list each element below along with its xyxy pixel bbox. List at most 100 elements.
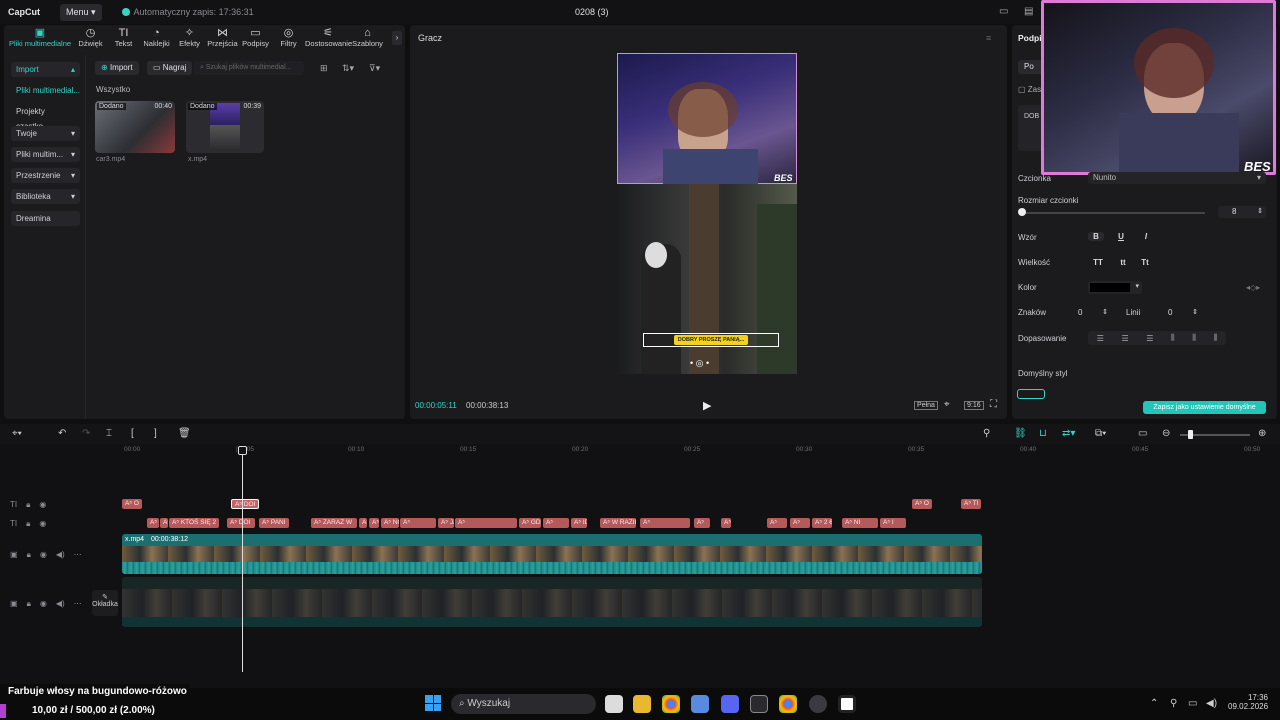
full-quality-button[interactable]: Pełna [914, 401, 938, 410]
text-clip[interactable]: A⁵ [640, 518, 690, 528]
text-clip[interactable]: A⁵ JADĘ NA SPOT [438, 518, 454, 528]
font-size-slider[interactable] [1020, 212, 1205, 214]
filter-icon[interactable]: ⊽▾ [369, 63, 380, 74]
sidebar-item-media2[interactable]: Pliki multim... ▾ [11, 147, 80, 162]
cover-button[interactable]: ✎ Okładka [92, 590, 118, 616]
zoom-handle[interactable] [1188, 430, 1193, 439]
underline-button[interactable]: U [1113, 232, 1129, 241]
line-spacing-input[interactable]: 0 ⇕ [1160, 306, 1202, 319]
rotate-handle-icon[interactable]: • ◎ • [690, 358, 709, 369]
snap-icon[interactable]: ⇄▾ [1062, 428, 1075, 439]
eye-icon[interactable]: ◉ [40, 599, 47, 609]
align-right-icon[interactable]: ☰ [1146, 334, 1153, 343]
tab-adjust[interactable]: ⚟ Dostosowanie [305, 27, 352, 53]
magnet-icon[interactable]: ⊔ [1039, 428, 1047, 439]
fullscreen-icon[interactable]: ⛶ [990, 399, 997, 410]
uppercase-button[interactable]: TT [1090, 258, 1106, 267]
lock-icon[interactable]: 🔒︎ [26, 519, 30, 529]
align-buttons[interactable]: ☰ ☰ ☰ ⫼ ⫼ ⫼ [1088, 331, 1226, 345]
record-button[interactable]: ▭ Nagraj [147, 61, 193, 75]
valign-middle-icon[interactable]: ⫼ [1192, 333, 1196, 343]
video-clip-x[interactable]: x.mp4 00:00:38:12 [122, 534, 982, 574]
valign-bottom-icon[interactable]: ⫼ [1213, 333, 1217, 343]
text-clip[interactable]: A⁵ DOI [227, 518, 255, 528]
sidebar-item-dreamina[interactable]: Dreamina [11, 211, 80, 226]
lowercase-button[interactable]: tt [1115, 258, 1131, 267]
eye-icon[interactable]: ◉ [39, 519, 46, 529]
text-clip[interactable]: A⁵ [543, 518, 569, 528]
text-clip[interactable]: A⁵ ZARAZ W [311, 518, 357, 528]
lock-icon[interactable]: 🔒︎ [27, 599, 31, 609]
caption-selection-box[interactable]: DOBRY PROSZĘ PANIĄ... [643, 333, 779, 347]
link-icon[interactable]: ⛓ [1014, 428, 1027, 439]
calculator-icon[interactable] [691, 695, 709, 713]
redo-icon[interactable]: ↷ [82, 428, 90, 439]
text-clip[interactable]: A⁵ [694, 518, 710, 528]
sidebar-item-media[interactable]: Pliki multimedial... [11, 83, 80, 98]
video-preview[interactable]: BES [617, 53, 797, 374]
style-preset-selected[interactable] [1017, 389, 1045, 399]
text-clip[interactable]: A⁵ PANI [259, 518, 289, 528]
tab-templates[interactable]: ⌂ Szablony [351, 27, 384, 53]
clock[interactable]: 17:36 09.02.2026 [1228, 693, 1268, 711]
font-select[interactable]: Nunito ▾ [1088, 172, 1266, 184]
chrome-profile-icon[interactable] [779, 695, 797, 713]
task-view-icon[interactable] [605, 695, 623, 713]
media-clip-x[interactable]: Dodano 00:39 [186, 101, 264, 153]
text-clip[interactable]: A⁵ DOI [231, 499, 259, 509]
taskbar-search[interactable]: ⌕ Wyszukaj [451, 694, 596, 714]
titlecase-button[interactable]: Tt [1137, 258, 1153, 267]
tab-media[interactable]: ▣ Pliki multimedialne [6, 27, 74, 53]
media-search-input[interactable]: ⌕ Szukaj plików multimedial... [194, 61, 304, 75]
save-default-button[interactable]: Zapisz jako ustawienie domyślne [1143, 401, 1266, 414]
play-icon[interactable]: ▶ [703, 399, 711, 412]
auto-captions-icon[interactable]: ⧉▾ [1095, 428, 1106, 439]
tab-filters[interactable]: ◎ Filtry [272, 27, 305, 53]
text-clip[interactable]: A⁵ [790, 518, 810, 528]
layout-icon[interactable]: ▭ [999, 6, 1008, 17]
valign-top-icon[interactable]: ⫼ [1171, 333, 1175, 343]
media-clip-car3[interactable]: Dodano 00:40 [95, 101, 175, 153]
main-video-clip[interactable] [122, 577, 982, 627]
player-menu-icon[interactable]: ≡ [986, 33, 991, 43]
screenshot-icon[interactable]: ⌖ [944, 399, 950, 410]
font-size-input[interactable]: 8 ⇕ [1218, 206, 1266, 218]
sidebar-item-yours[interactable]: Twoje ▾ [11, 126, 80, 141]
chevron-right-icon[interactable]: › [392, 31, 402, 45]
volume-icon[interactable]: ◀) [56, 599, 65, 609]
mic-tray-icon[interactable]: ⚲ [1170, 698, 1177, 709]
mic-icon[interactable]: ⚲ [983, 428, 990, 439]
sort-icon[interactable]: ⇅▾ [342, 63, 354, 74]
text-clip[interactable]: A⁵ B [369, 518, 379, 528]
windows-start-icon[interactable] [425, 695, 441, 711]
text-clip[interactable]: A⁵ O [912, 499, 932, 509]
volume-icon[interactable]: ◀) [56, 550, 65, 560]
text-clip[interactable]: A⁵ W RAZIE C [600, 518, 636, 528]
delete-icon[interactable]: 🗑 [178, 428, 191, 439]
text-clip[interactable]: A⁵ [160, 518, 168, 528]
char-spacing-input[interactable]: 0 ⇕ [1070, 306, 1112, 319]
ratio-button[interactable]: 9:16 [964, 401, 984, 410]
tab-transitions[interactable]: ⋈ Przejścia [206, 27, 239, 53]
sidebar-item-spaces[interactable]: Przestrzenie ▾ [11, 168, 80, 183]
tab-effects[interactable]: ✧ Efekty [173, 27, 206, 53]
playhead[interactable] [242, 448, 243, 672]
tab-captions[interactable]: ▭ Podpisy [239, 27, 272, 53]
bold-button[interactable]: B [1088, 232, 1104, 241]
obs-icon[interactable] [809, 695, 827, 713]
text-clip[interactable]: A⁵ [359, 518, 367, 528]
tab-text[interactable]: TI Tekst [107, 27, 140, 53]
text-clip[interactable]: A⁵ [721, 518, 731, 528]
preview-axis-icon[interactable]: ▭ [1138, 428, 1147, 439]
shortcut-icon[interactable]: ▤ [1024, 6, 1033, 17]
more-icon[interactable]: ⋯ [74, 550, 82, 560]
eye-icon[interactable]: ◉ [39, 500, 46, 510]
apply-all-checkbox[interactable]: ▢ Zas [1018, 85, 1041, 94]
undo-icon[interactable]: ↶ [58, 428, 66, 439]
text-clip[interactable]: A⁵ IDĘ S [571, 518, 587, 528]
eye-icon[interactable]: ◉ [40, 550, 47, 560]
terminal-icon[interactable] [750, 695, 768, 713]
zoom-in-icon[interactable]: ⊕ [1258, 428, 1266, 439]
text-clip[interactable]: A⁵ O [122, 499, 142, 509]
text-clip[interactable]: A⁵ NO TO [381, 518, 399, 528]
